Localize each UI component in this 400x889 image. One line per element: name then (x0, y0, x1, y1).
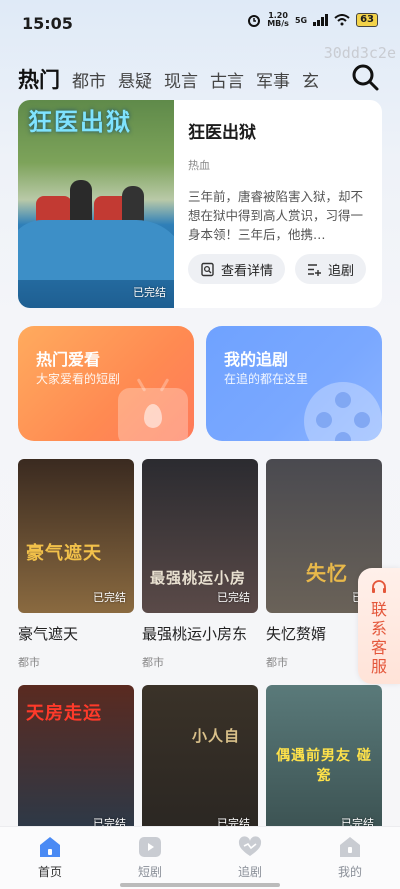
drama-poster[interactable]: 豪气遮天 已完结 (18, 459, 134, 613)
home-icon (40, 837, 60, 857)
drama-genre: 都市 (142, 656, 164, 669)
my-follow-card[interactable]: 我的追剧 在追的都在这里 (206, 326, 382, 441)
headset-icon (372, 580, 386, 593)
play-icon (139, 837, 161, 857)
tab-suspense[interactable]: 悬疑 (118, 67, 152, 92)
tab-city[interactable]: 都市 (72, 67, 106, 92)
featured-poster-title: 狂医出狱 (28, 108, 132, 136)
alarm-icon (248, 15, 261, 27)
profile-icon (340, 837, 360, 857)
status-bar: 15:05 1.20 MB/s 5G 63 (0, 0, 400, 48)
bottom-nav: 首页 短剧 追剧 我的 (0, 826, 400, 889)
nav-profile[interactable]: 我的 (300, 827, 400, 889)
tab-ancient-romance[interactable]: 古言 (210, 67, 244, 92)
net-speed: 1.20 MB/s (267, 11, 289, 28)
featured-info: 狂医出狱 热血 三年前，唐睿被陷害入狱，却不想在狱中得到高人赏识，习得一身本领！… (188, 118, 366, 244)
hot-popular-card[interactable]: 热门爱看 大家爱看的短剧 (18, 326, 194, 441)
category-tabs: 热门 都市 悬疑 现言 古言 军事 玄 (18, 64, 340, 94)
hot-card-title: 热门爱看 (36, 350, 101, 369)
status-badge: 已完结 (93, 591, 126, 604)
nav-home[interactable]: 首页 (0, 827, 100, 889)
featured-title: 狂医出狱 (188, 123, 256, 143)
tab-fantasy[interactable]: 玄 (302, 67, 319, 92)
tab-military[interactable]: 军事 (256, 67, 290, 92)
drama-item[interactable]: 小人自 已完结 (142, 685, 258, 839)
customer-service-label: 联系客服 (370, 600, 387, 676)
customer-service-button[interactable]: 联系客服 (358, 568, 400, 684)
follow-drama-button[interactable]: 追剧 (295, 254, 367, 284)
nav-follow[interactable]: 追剧 (200, 827, 300, 889)
drama-poster[interactable]: 偶遇前男友 碰瓷 已完结 (266, 685, 382, 839)
add-list-icon (308, 263, 322, 276)
home-indicator (120, 883, 280, 887)
status-badge: 已完结 (133, 286, 166, 299)
hot-card-subtitle: 大家爱看的短剧 (36, 372, 121, 386)
drama-item[interactable]: 天房走运 已完结 (18, 685, 134, 839)
nav-short-drama[interactable]: 短剧 (100, 827, 200, 889)
signal-icon (313, 14, 329, 26)
drama-item[interactable]: 偶遇前男友 碰瓷 已完结 (266, 685, 382, 839)
featured-drama-card[interactable]: 狂医出狱 已完结 狂医出狱 热血 三年前，唐睿被陷害入狱，却不想在狱中得到高人赏… (18, 100, 382, 308)
tab-modern-romance[interactable]: 现言 (164, 67, 198, 92)
view-details-button[interactable]: 查看详情 (188, 254, 286, 284)
status-icons: 1.20 MB/s 5G 63 (247, 12, 378, 28)
film-reel-icon (304, 382, 382, 441)
follow-card-title: 我的追剧 (224, 350, 289, 369)
wifi-icon (334, 14, 350, 26)
featured-poster[interactable]: 狂医出狱 已完结 (18, 100, 174, 308)
drama-poster[interactable]: 最强桃运小房 已完结 (142, 459, 258, 613)
net-type: 5G (294, 15, 308, 25)
status-badge: 已完结 (217, 591, 250, 604)
drama-item[interactable]: 最强桃运小房 已完结 最强桃运小房东 都市 (142, 459, 258, 670)
tab-hot[interactable]: 热门 (18, 64, 60, 94)
heart-icon (238, 836, 262, 856)
drama-title: 豪气遮天 (18, 625, 79, 643)
status-time: 15:05 (22, 14, 73, 33)
drama-poster[interactable]: 天房走运 已完结 (18, 685, 134, 839)
tv-flame-icon (118, 388, 188, 441)
drama-genre: 都市 (18, 656, 40, 669)
drama-item[interactable]: 豪气遮天 已完结 豪气遮天 都市 (18, 459, 134, 670)
car-illustration (18, 220, 174, 280)
drama-poster[interactable]: 小人自 已完结 (142, 685, 258, 839)
watermark: 30dd3c2e (323, 44, 396, 62)
battery-icon: 63 (356, 13, 378, 27)
featured-description: 三年前，唐睿被陷害入狱，却不想在狱中得到高人赏识，习得一身本领！三年后，他携… (188, 189, 364, 242)
featured-tag: 热血 (188, 159, 210, 172)
featured-actions: 查看详情 追剧 (188, 254, 367, 284)
drama-title: 最强桃运小房东 (142, 625, 248, 643)
search-icon[interactable] (350, 62, 380, 92)
details-icon (201, 262, 214, 276)
follow-card-subtitle: 在追的都在这里 (224, 372, 309, 386)
